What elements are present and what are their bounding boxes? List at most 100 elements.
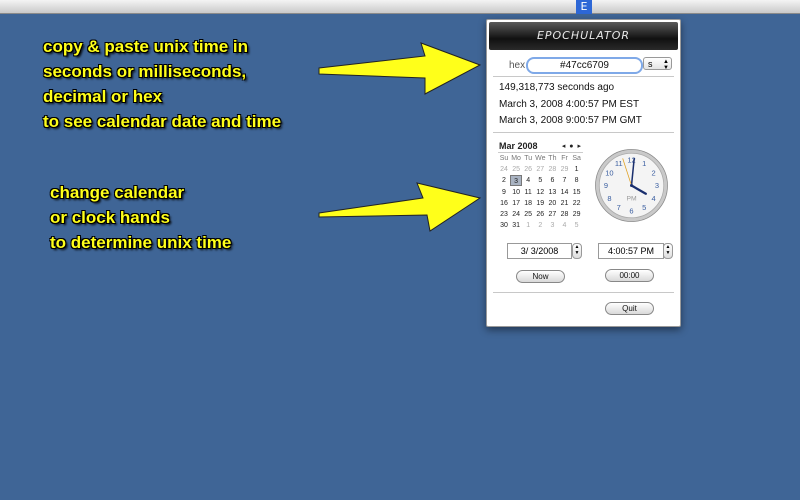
calendar-day[interactable]: 15 [571,187,583,198]
calendar[interactable]: Mar 2008 ◂ ● ▸ Su Mo Tu We Th Fr Sa 24 25 26 27 28 2… [498,141,583,233]
weekday-label: Th [548,155,557,162]
calendar-day[interactable]: 2 [534,220,546,231]
clock-numeral: 2 [651,168,655,177]
calendar-day[interactable]: 3 [546,220,558,231]
calendar-day[interactable]: 25 [510,164,522,175]
callout-line: change calendar [50,183,185,202]
calendar-day[interactable]: 31 [510,220,522,231]
calendar-day[interactable]: 28 [559,209,571,220]
clock-numeral: 4 [651,194,655,203]
clock-numeral: 3 [655,181,659,190]
calendar-day[interactable]: 5 [571,220,583,231]
time-input[interactable]: #47cc6709 [526,57,643,74]
clock-numeral: 7 [617,203,621,212]
updown-icon: ▲ ▼ [663,59,669,71]
clock-numeral: 9 [604,181,608,190]
clock-numeral: 5 [642,203,646,212]
calendar-day[interactable]: 11 [522,187,534,198]
time-stepper[interactable]: ▲ ▼ [663,243,673,259]
prev-month-icon[interactable]: ◂ [562,143,567,150]
calendar-day[interactable]: 14 [559,187,571,198]
calendar-day[interactable]: 5 [534,175,546,186]
clock-numeral: 11 [615,159,623,168]
divider [493,76,674,77]
calendar-day[interactable]: 25 [522,209,534,220]
callout-calendar: change calendar or clock hands to determ… [50,180,231,255]
unit-select[interactable]: s ▲ ▼ [643,57,672,71]
calendar-day[interactable]: 26 [534,209,546,220]
calendar-day[interactable]: 6 [546,175,558,186]
calendar-day[interactable]: 27 [546,209,558,220]
panel-header: EPOCHULATOR [489,22,678,50]
seconds-ago-text: 149,318,773 seconds ago [499,82,615,93]
calendar-day[interactable]: 22 [571,198,583,209]
date-stepper[interactable]: ▲ ▼ [572,243,582,259]
calendar-header: Mar 2008 ◂ ● ▸ [498,141,583,153]
callout-line: decimal or hex [43,87,163,106]
callout-line: copy & paste unix time in [43,37,248,56]
calendar-day[interactable]: 1 [522,220,534,231]
calendar-day[interactable]: 27 [534,164,546,175]
now-button[interactable]: Now [516,270,565,283]
callout-line: or clock hands [50,208,170,227]
weekday-label: Sa [572,155,581,162]
calendar-day[interactable]: 9 [498,187,510,198]
date-gmt-text: March 3, 2008 9:00:57 PM GMT [499,115,642,126]
calendar-day[interactable]: 8 [571,175,583,186]
calendar-day[interactable]: 10 [510,187,522,198]
date-est-text: March 3, 2008 4:00:57 PM EST [499,99,640,110]
calendar-nav: ◂ ● ▸ [562,141,582,152]
quit-button[interactable]: Quit [605,302,654,315]
calendar-day[interactable]: 16 [498,198,510,209]
calendar-day[interactable]: 26 [522,164,534,175]
divider [493,292,674,293]
calendar-day[interactable]: 7 [559,175,571,186]
calendar-day[interactable]: 13 [546,187,558,198]
weekday-label: Fr [561,155,568,162]
calendar-day[interactable]: 18 [522,198,534,209]
calendar-month: Mar 2008 [499,141,538,151]
callout-paste: copy & paste unix time in seconds or mil… [43,34,281,134]
clock-numeral: 10 [605,168,613,177]
date-field[interactable]: 3/ 3/2008 [507,243,572,259]
weekday-label: Mo [511,155,521,162]
clock-numeral: 6 [629,207,633,216]
epochulator-menu-icon[interactable]: E [576,0,592,14]
next-month-icon[interactable]: ▸ [577,143,582,150]
arrow-top-icon [318,42,482,95]
calendar-day[interactable]: 19 [534,198,546,209]
calendar-day[interactable]: 20 [546,198,558,209]
zero-time-button[interactable]: 00:00 [605,269,654,282]
calendar-day[interactable]: 4 [559,220,571,231]
calendar-day[interactable]: 1 [571,164,583,175]
weekday-label: Su [499,155,509,162]
clock-numeral: 8 [607,194,611,203]
calendar-day[interactable]: 21 [559,198,571,209]
menu-bar: E [0,0,800,14]
calendar-day[interactable]: 30 [498,220,510,231]
calendar-day[interactable]: 29 [559,164,571,175]
calendar-day[interactable]: 28 [546,164,558,175]
callout-line: to see calendar date and time [43,112,282,131]
calendar-day[interactable]: 4 [522,175,534,186]
epochulator-panel: EPOCHULATOR hex #47cc6709 s ▲ ▼ 149,318,7… [486,19,681,327]
hex-label: hex [509,60,526,71]
calendar-day[interactable]: 3 [510,175,523,187]
calendar-day[interactable]: 12 [534,187,546,198]
calendar-day[interactable]: 24 [498,164,510,175]
callout-line: to determine unix time [50,233,232,252]
analog-clock[interactable]: 1234567891011 12 PM [594,148,669,223]
clock-numeral: 1 [642,159,646,168]
clock-ampm: PM [626,196,637,203]
unit-select-value: s [648,59,653,69]
arrow-bottom-icon [318,182,482,232]
today-icon[interactable]: ● [569,143,574,150]
calendar-day[interactable]: 2 [498,175,510,186]
calendar-day[interactable]: 24 [510,209,522,220]
calendar-day[interactable]: 23 [498,209,510,220]
calendar-day[interactable]: 29 [571,209,583,220]
weekday-label: We [535,155,546,162]
time-field[interactable]: 4:00:57 PM [598,243,664,259]
calendar-day[interactable]: 17 [510,198,522,209]
weekday-label: Tu [524,155,533,162]
